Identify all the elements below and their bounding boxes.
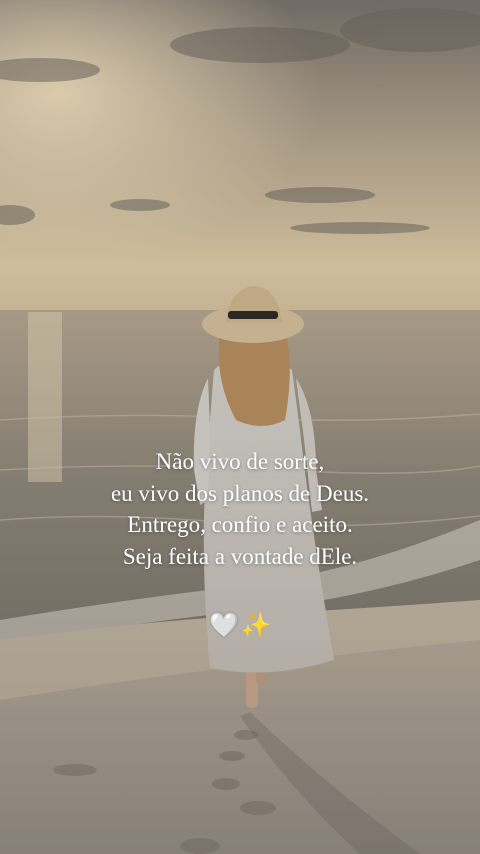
beach-scene bbox=[0, 0, 480, 854]
white-heart-icon: 🤍 bbox=[209, 611, 239, 639]
emoji-row: 🤍✨ bbox=[0, 611, 480, 639]
caption-line-3: Entrego, confio e aceito. bbox=[127, 512, 353, 537]
caption-line-1: Não vivo de sorte, bbox=[155, 449, 325, 474]
caption-line-4: Seja feita a vontade dEle. bbox=[122, 543, 358, 569]
caption-line-2: eu vivo dos planos de Deus. bbox=[110, 480, 370, 506]
dim-overlay bbox=[0, 0, 480, 854]
sparkles-icon: ✨ bbox=[241, 611, 271, 639]
inspirational-caption: Não vivo de sorte, eu vivo dos planos de… bbox=[0, 446, 480, 572]
